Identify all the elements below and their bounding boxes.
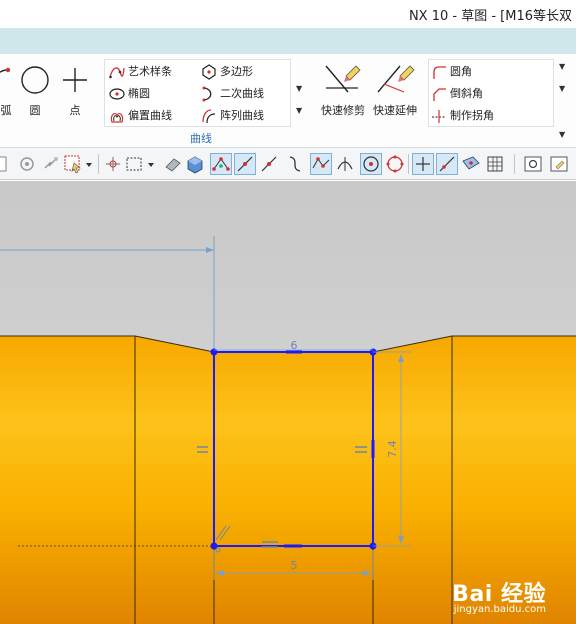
polygon-label: 多边形: [220, 65, 253, 78]
offset-curve-button[interactable]: 偏置曲线: [109, 106, 172, 126]
snap-curve-icon[interactable]: [284, 153, 306, 175]
make-corner-button[interactable]: 制作拐角: [431, 106, 494, 126]
conic-label: 二次曲线: [220, 87, 264, 100]
view-orient-icon[interactable]: [548, 153, 570, 175]
polygon-button[interactable]: 多边形: [201, 62, 253, 82]
snap-point-on-curve-icon[interactable]: [436, 153, 458, 175]
polygon-icon: [201, 64, 217, 80]
sketch-toolbar: [0, 148, 576, 180]
toolbar-separator: [98, 154, 99, 174]
conic-button[interactable]: 二次曲线: [201, 84, 264, 104]
studio-spline-button[interactable]: 艺术样条: [109, 62, 172, 82]
quick-trim-button[interactable]: 快速修剪: [318, 62, 368, 122]
studio-spline-label: 艺术样条: [128, 65, 172, 78]
quick-trim-label: 快速修剪: [321, 104, 365, 117]
corner-gallery-dropdown[interactable]: ▼: [559, 84, 569, 93]
select-box-icon[interactable]: [62, 153, 84, 175]
curve-group: 艺术样条 椭圆 偏置曲线 多边形 二次曲线 阵列曲线: [104, 59, 291, 127]
eraser-icon[interactable]: [162, 153, 184, 175]
snap-point-on-face-icon[interactable]: [460, 153, 482, 175]
snap-point-icon[interactable]: [102, 153, 124, 175]
corner-more-dropdown[interactable]: ▼: [559, 62, 569, 71]
ribbon: 弧 圆 点 艺术样条 椭圆 偏置曲线 多边形 二次曲线 阵列曲线 ▼ ▼ 曲线 …: [0, 54, 576, 148]
fillet-icon: [431, 64, 447, 80]
sketch-canvas[interactable]: 6 7.4 5: [0, 181, 576, 624]
dimension-bottom-value: 5: [291, 559, 298, 572]
toolbar-separator: [514, 154, 515, 174]
ribbon-expand-icon[interactable]: ▼: [559, 130, 569, 139]
quick-extend-icon: [377, 65, 415, 93]
offset-curve-label: 偏置曲线: [128, 109, 172, 122]
rectangle-select-dropdown[interactable]: [146, 153, 156, 175]
chamfer-icon: [431, 86, 447, 102]
pattern-curve-icon: [201, 108, 217, 124]
toolbar-separator: [408, 154, 409, 174]
zoom-fit-icon[interactable]: [522, 153, 544, 175]
curve-group-label: 曲线: [190, 132, 212, 145]
make-corner-label: 制作拐角: [450, 109, 494, 122]
window-title: NX 10 - 草图 - [M16等长双: [408, 9, 572, 24]
circle-button[interactable]: 圆: [15, 62, 55, 122]
pattern-curve-label: 阵列曲线: [220, 109, 264, 122]
select-filter-dropdown[interactable]: [0, 153, 12, 175]
link-icon[interactable]: [40, 153, 62, 175]
curve-more-dropdown[interactable]: ▼: [296, 84, 306, 93]
pattern-curve-button[interactable]: 阵列曲线: [201, 106, 264, 126]
solid-view-icon[interactable]: [184, 153, 206, 175]
curve-gallery-expand[interactable]: ▼: [296, 106, 306, 115]
snap-midpoint-icon[interactable]: [234, 153, 256, 175]
graphics-window[interactable]: 6 7.4 5 Bai 经验 jingyan.baidu.com: [0, 181, 576, 624]
snap-gear-icon[interactable]: [16, 153, 38, 175]
title-bar: NX 10 - 草图 - [M16等长双: [0, 0, 576, 28]
ellipse-button[interactable]: 椭圆: [109, 84, 150, 104]
circle-icon: [21, 66, 49, 94]
circle-label: 圆: [29, 104, 41, 117]
corner-group: 圆角 倒斜角 制作拐角: [428, 59, 554, 127]
chamfer-label: 倒斜角: [450, 87, 483, 100]
ribbon-tab-strip: [0, 28, 576, 54]
offset-curve-icon: [109, 108, 125, 124]
dimension-top-value: 6: [291, 339, 298, 352]
quick-extend-button[interactable]: 快速延伸: [370, 62, 420, 122]
point-button[interactable]: 点: [55, 62, 95, 122]
snap-endpoint-icon[interactable]: [210, 153, 232, 175]
rectangle-select-icon[interactable]: [124, 153, 146, 175]
chamfer-button[interactable]: 倒斜角: [431, 84, 483, 104]
point-icon: [63, 68, 87, 92]
studio-spline-icon: [109, 64, 125, 80]
sketch-vertex[interactable]: [210, 348, 218, 356]
dimension-right-value: 7.4: [386, 440, 399, 458]
quick-extend-label: 快速延伸: [373, 104, 417, 117]
fillet-label: 圆角: [450, 65, 472, 78]
baidu-watermark: Bai 经验 jingyan.baidu.com: [452, 576, 546, 615]
ellipse-icon: [109, 86, 125, 102]
fillet-button[interactable]: 圆角: [431, 62, 472, 82]
conic-icon: [201, 86, 217, 102]
select-dropdown[interactable]: [84, 153, 94, 175]
ellipse-label: 椭圆: [128, 87, 150, 100]
snap-existing-point-icon[interactable]: [412, 153, 434, 175]
snap-line-icon[interactable]: [258, 153, 280, 175]
snap-control-point-icon[interactable]: [310, 153, 332, 175]
point-label: 点: [69, 104, 81, 117]
snap-intersection-icon[interactable]: [334, 153, 356, 175]
grid-icon[interactable]: [484, 153, 506, 175]
quick-trim-icon: [325, 65, 361, 93]
snap-arc-center-icon[interactable]: [360, 153, 382, 175]
make-corner-icon: [431, 108, 447, 124]
baidu-url: jingyan.baidu.com: [453, 604, 546, 615]
snap-quadrant-icon[interactable]: [384, 153, 406, 175]
